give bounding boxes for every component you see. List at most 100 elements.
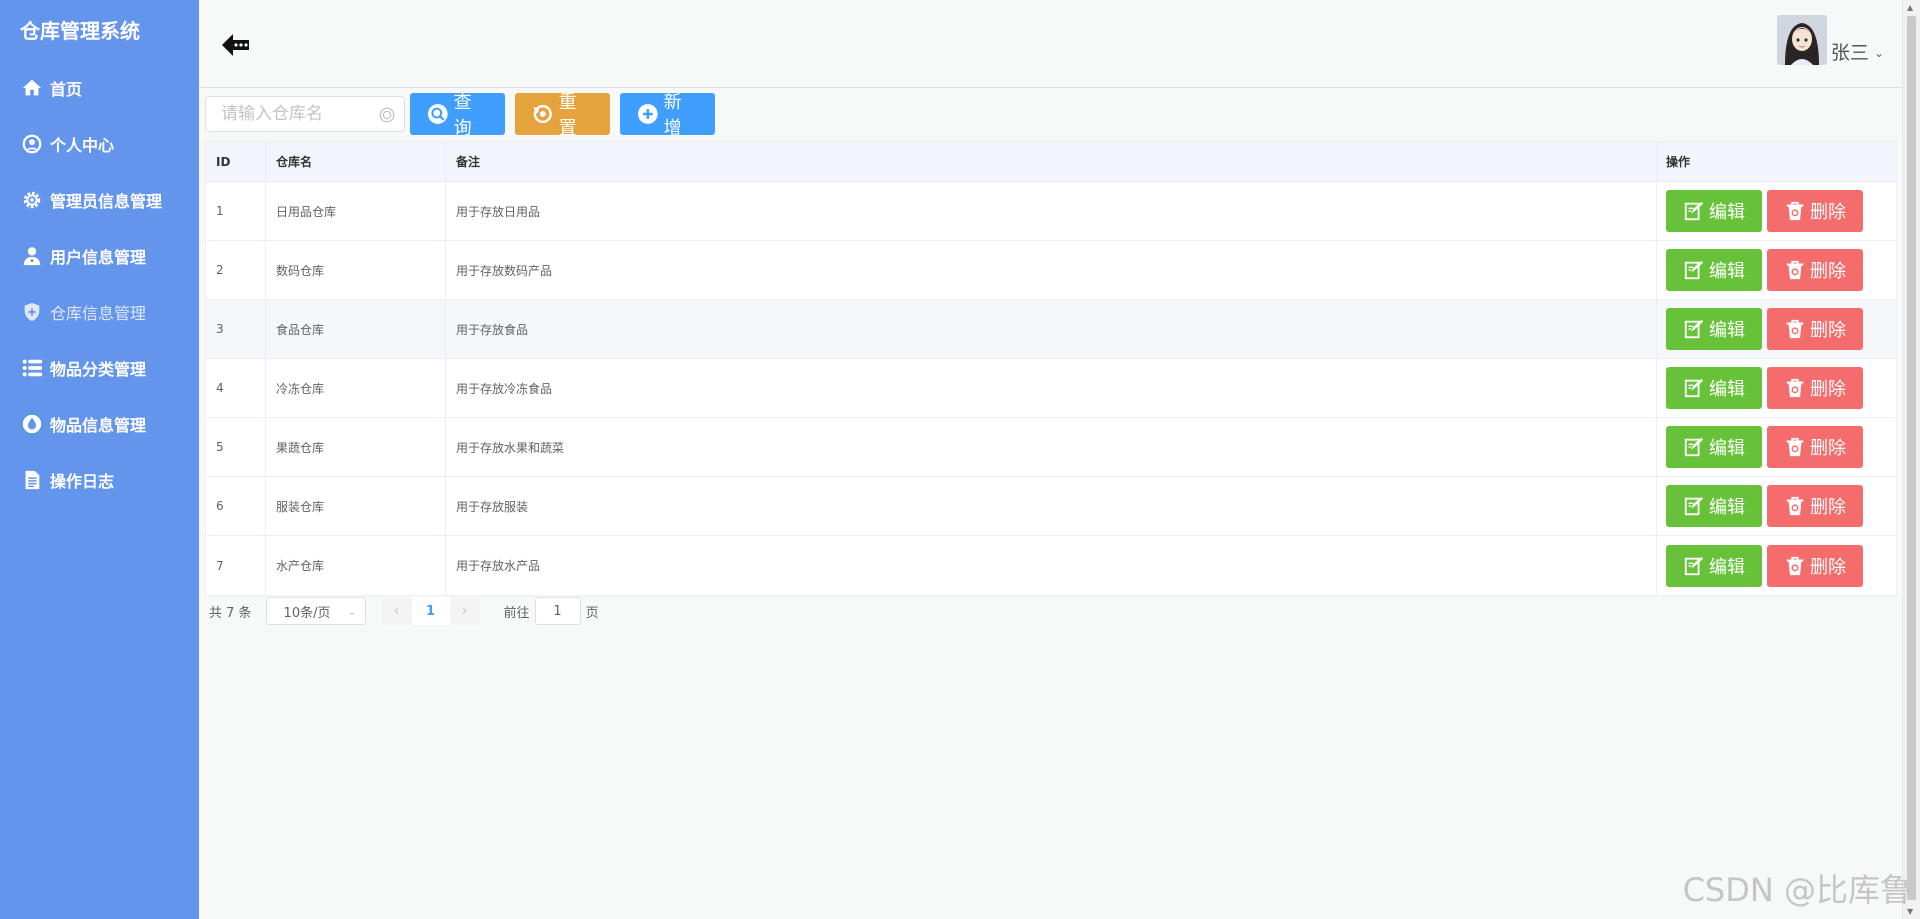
chevron-down-icon: ⌄ bbox=[1873, 46, 1884, 60]
column-header-id[interactable]: ID bbox=[206, 142, 266, 181]
sidebar-item-goods-management[interactable]: 物品信息管理 bbox=[0, 396, 199, 452]
app-title: 仓库管理系统 bbox=[20, 19, 140, 43]
cell-remark: 用于存放服装 bbox=[446, 477, 1657, 535]
delete-button[interactable]: 删除 bbox=[1767, 308, 1863, 350]
trash-icon bbox=[1786, 496, 1804, 516]
delete-button[interactable]: 删除 bbox=[1767, 485, 1863, 527]
query-button[interactable]: 查询 bbox=[410, 92, 505, 139]
chevron-down-icon: ⌄ bbox=[347, 604, 357, 618]
user-dropdown[interactable]: 张三 ⌄ bbox=[1776, 15, 1884, 65]
table-row[interactable]: 5 果蔬仓库 用于存放水果和蔬菜 编辑 删除 bbox=[206, 418, 1896, 477]
prev-page-button[interactable]: ‹ bbox=[381, 597, 412, 625]
edit-icon bbox=[1684, 496, 1704, 516]
delete-button[interactable]: 删除 bbox=[1767, 249, 1863, 291]
cell-id: 4 bbox=[206, 359, 266, 417]
sidebar-item-operation-log[interactable]: 操作日志 bbox=[0, 452, 199, 508]
table-row[interactable]: 7 水产仓库 用于存放水产品 编辑 删除 bbox=[206, 536, 1896, 595]
collapse-menu-button[interactable] bbox=[219, 30, 253, 60]
sidebar-item-label: 个人中心 bbox=[50, 136, 115, 155]
warehouse-table: ID 仓库名 备注 操作 1 日用品仓库 用于存放日用品 编辑 删除 2 数码仓库 用于存放数… bbox=[205, 141, 1897, 596]
goto-suffix: 页 bbox=[585, 605, 599, 621]
sidebar-item-label: 仓库信息管理 bbox=[50, 304, 147, 323]
cell-ops: 编辑 删除 bbox=[1657, 241, 1896, 299]
page-scrollbar[interactable]: ▲ ▼ bbox=[1902, 0, 1920, 919]
search-field bbox=[205, 96, 405, 132]
page-size-value: 10条/页 bbox=[283, 605, 331, 621]
pagination-total: 共 7 条 bbox=[209, 605, 252, 621]
cell-name: 食品仓库 bbox=[266, 300, 446, 358]
table-row[interactable]: 2 数码仓库 用于存放数码产品 编辑 删除 bbox=[206, 241, 1896, 300]
edit-button[interactable]: 编辑 bbox=[1666, 544, 1762, 587]
edit-label: 编辑 bbox=[1709, 261, 1745, 282]
cell-remark: 用于存放冷冻食品 bbox=[446, 359, 1657, 417]
goto-prefix: 前往 bbox=[503, 605, 530, 621]
table-row[interactable]: 6 服装仓库 用于存放服装 编辑 删除 bbox=[206, 477, 1896, 536]
page-size-select[interactable]: 10条/页 ⌄ bbox=[265, 597, 366, 625]
search-icon bbox=[379, 107, 395, 123]
delete-label: 删除 bbox=[1810, 497, 1846, 518]
cell-remark: 用于存放数码产品 bbox=[446, 241, 1657, 299]
edit-label: 编辑 bbox=[1709, 379, 1745, 400]
table-body: 1 日用品仓库 用于存放日用品 编辑 删除 2 数码仓库 用于存放数码产品 编辑 删除 3 食品仓库用… bbox=[206, 182, 1896, 595]
cell-name: 果蔬仓库 bbox=[266, 418, 446, 476]
edit-icon bbox=[1684, 378, 1704, 398]
delete-button[interactable]: 删除 bbox=[1767, 367, 1863, 409]
sidebar-item-category-management[interactable]: 物品分类管理 bbox=[0, 340, 199, 396]
page-number-current[interactable]: 1 bbox=[411, 597, 450, 625]
edit-button[interactable]: 编辑 bbox=[1666, 426, 1762, 468]
cell-id: 7 bbox=[206, 536, 266, 595]
column-header-ops[interactable]: 操作 bbox=[1657, 142, 1896, 181]
cell-id: 1 bbox=[206, 182, 266, 240]
delete-button[interactable]: 删除 bbox=[1767, 190, 1863, 232]
search-input[interactable] bbox=[206, 97, 366, 131]
sidebar-item-home[interactable]: 首页 bbox=[0, 60, 199, 116]
cell-ops: 编辑 删除 bbox=[1657, 418, 1896, 476]
pagination: 共 7 条 10条/页 ⌄ ‹ 1 › 前往 页 bbox=[209, 597, 599, 625]
sidebar-item-personal-center[interactable]: 个人中心 bbox=[0, 116, 199, 172]
cell-remark: 用于存放食品 bbox=[446, 300, 1657, 358]
sidebar-item-user-management[interactable]: 用户信息管理 bbox=[0, 228, 199, 284]
refresh-icon bbox=[533, 104, 552, 124]
delete-button[interactable]: 删除 bbox=[1767, 426, 1863, 468]
edit-icon bbox=[1684, 260, 1704, 280]
cell-ops: 编辑 删除 bbox=[1657, 477, 1896, 535]
column-header-remark[interactable]: 备注 bbox=[446, 142, 1657, 181]
scroll-thumb[interactable] bbox=[1907, 16, 1916, 900]
warehouse-icon bbox=[20, 300, 44, 324]
goto-page-input[interactable] bbox=[534, 597, 581, 625]
sidebar-item-label: 物品分类管理 bbox=[50, 360, 147, 379]
add-button[interactable]: 新增 bbox=[620, 92, 715, 139]
edit-icon bbox=[1684, 319, 1704, 339]
home-icon bbox=[20, 76, 44, 100]
column-header-name[interactable]: 仓库名 bbox=[266, 142, 446, 181]
edit-button[interactable]: 编辑 bbox=[1666, 367, 1762, 409]
edit-button[interactable]: 编辑 bbox=[1666, 485, 1762, 527]
scroll-up-icon[interactable]: ▲ bbox=[1907, 3, 1913, 12]
search-icon bbox=[427, 104, 448, 124]
reset-button[interactable]: 重置 bbox=[515, 92, 610, 139]
sidebar-item-warehouse-management[interactable]: 仓库信息管理 bbox=[0, 284, 199, 340]
table-row[interactable]: 3 食品仓库 用于存放食品 编辑 删除 bbox=[206, 300, 1896, 359]
gear-icon bbox=[20, 188, 44, 212]
cell-remark: 用于存放日用品 bbox=[446, 182, 1657, 240]
table-row[interactable]: 1 日用品仓库 用于存放日用品 编辑 删除 bbox=[206, 182, 1896, 241]
edit-icon bbox=[1684, 437, 1704, 457]
delete-button[interactable]: 删除 bbox=[1767, 544, 1863, 587]
delete-label: 删除 bbox=[1810, 438, 1846, 459]
delete-label: 删除 bbox=[1810, 261, 1846, 282]
edit-button[interactable]: 编辑 bbox=[1666, 249, 1762, 291]
reset-label: 重置 bbox=[558, 92, 577, 139]
next-page-button[interactable]: › bbox=[449, 597, 480, 625]
add-label: 新增 bbox=[663, 92, 682, 139]
cell-ops: 编辑 删除 bbox=[1657, 182, 1896, 240]
sidebar-item-admin-management[interactable]: 管理员信息管理 bbox=[0, 172, 199, 228]
table-row[interactable]: 4 冷冻仓库 用于存放冷冻食品 编辑 删除 bbox=[206, 359, 1896, 418]
avatar bbox=[1776, 15, 1827, 65]
top-header: 张三 ⌄ bbox=[199, 0, 1902, 88]
sidebar: 仓库管理系统 首页 个人中心 管理员信息管理 用户信息管理 仓库信息管理 物品分… bbox=[0, 0, 199, 919]
cell-name: 冷冻仓库 bbox=[266, 359, 446, 417]
edit-icon bbox=[1684, 201, 1704, 221]
cell-id: 3 bbox=[206, 300, 266, 358]
edit-button[interactable]: 编辑 bbox=[1666, 190, 1762, 232]
edit-button[interactable]: 编辑 bbox=[1666, 308, 1762, 350]
